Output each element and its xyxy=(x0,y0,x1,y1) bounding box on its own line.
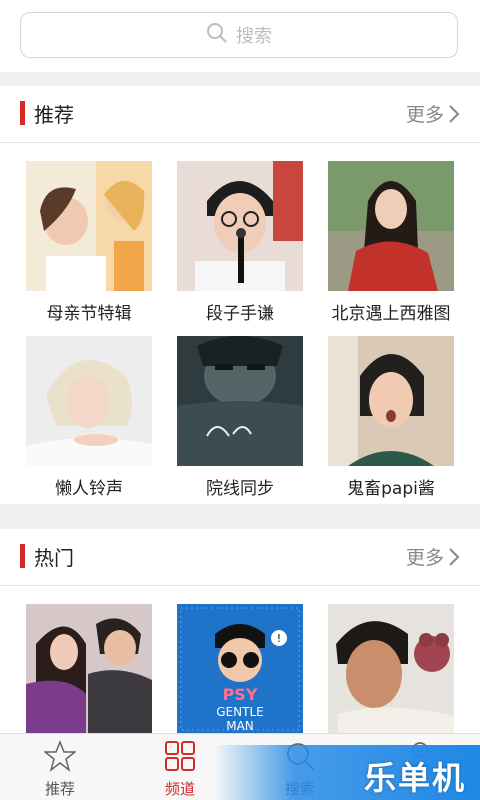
hot-more-button[interactable]: 更多 xyxy=(406,543,460,570)
star-icon xyxy=(42,739,78,772)
recommend-card[interactable]: 北京遇上西雅图 xyxy=(328,161,454,324)
tab-label: 推荐 xyxy=(44,780,75,798)
recommend-header: 推荐 更多 xyxy=(0,86,480,143)
thumbnail-image xyxy=(177,336,303,466)
recommend-more-button[interactable]: 更多 xyxy=(406,100,460,127)
card-caption: 段子手谦 xyxy=(206,304,274,324)
recommend-card[interactable]: 鬼畜papi酱 xyxy=(328,336,454,499)
watermark-logo: 乐单机 xyxy=(363,759,466,797)
thumbnail-image xyxy=(26,336,152,466)
recommend-section: 推荐 更多 母亲节特辑 段子手谦 北京遇上西雅图 懒人铃声 院线同步 鬼畜pap… xyxy=(0,86,480,504)
search-area: 搜索 xyxy=(0,0,480,72)
watermark-overlay: 乐单机 xyxy=(214,745,480,800)
chevron-right-icon xyxy=(449,104,460,123)
card-caption: 母亲节特辑 xyxy=(46,304,132,324)
hot-card[interactable] xyxy=(328,604,454,733)
hot-card[interactable] xyxy=(26,604,152,733)
recommend-card[interactable]: 母亲节特辑 xyxy=(26,161,152,324)
search-placeholder: 搜索 xyxy=(236,26,272,47)
recommend-card[interactable]: 段子手谦 xyxy=(177,161,303,324)
section-marker xyxy=(20,544,25,568)
more-label: 更多 xyxy=(405,104,444,126)
chevron-right-icon xyxy=(449,547,460,566)
grid-icon xyxy=(165,741,195,771)
recommend-card[interactable]: 懒人铃声 xyxy=(26,336,152,499)
card-caption: 鬼畜papi酱 xyxy=(347,479,435,499)
section-marker xyxy=(20,101,25,125)
hot-header: 热门 更多 xyxy=(0,529,480,586)
hot-card[interactable]: ! PSY GENTLE MAN xyxy=(177,604,303,733)
thumbnail-image xyxy=(328,161,454,291)
psy-art-text: PSY xyxy=(223,685,258,704)
hot-title: 热门 xyxy=(34,546,74,570)
search-icon xyxy=(206,22,228,48)
svg-text:!: ! xyxy=(277,632,281,645)
search-box[interactable]: 搜索 xyxy=(20,12,458,58)
card-caption: 北京遇上西雅图 xyxy=(331,304,451,324)
recommend-title: 推荐 xyxy=(34,103,74,127)
thumbnail-image xyxy=(328,336,454,466)
recommend-card[interactable]: 院线同步 xyxy=(177,336,303,499)
thumbnail-image xyxy=(26,161,152,291)
card-caption: 院线同步 xyxy=(206,479,274,499)
thumbnail-image: ! PSY GENTLE MAN xyxy=(177,604,303,733)
psy-art-text: GENTLE xyxy=(216,705,263,719)
psy-art-text: MAN xyxy=(226,719,254,733)
thumbnail-image xyxy=(177,161,303,291)
thumbnail-image xyxy=(328,604,454,733)
hot-section: 热门 更多 ! PSY GENTLE MAN xyxy=(0,529,480,733)
card-caption: 懒人铃声 xyxy=(55,479,123,499)
more-label: 更多 xyxy=(405,547,444,569)
tab-recommend[interactable]: 推荐 xyxy=(10,739,110,799)
thumbnail-image xyxy=(26,604,152,733)
